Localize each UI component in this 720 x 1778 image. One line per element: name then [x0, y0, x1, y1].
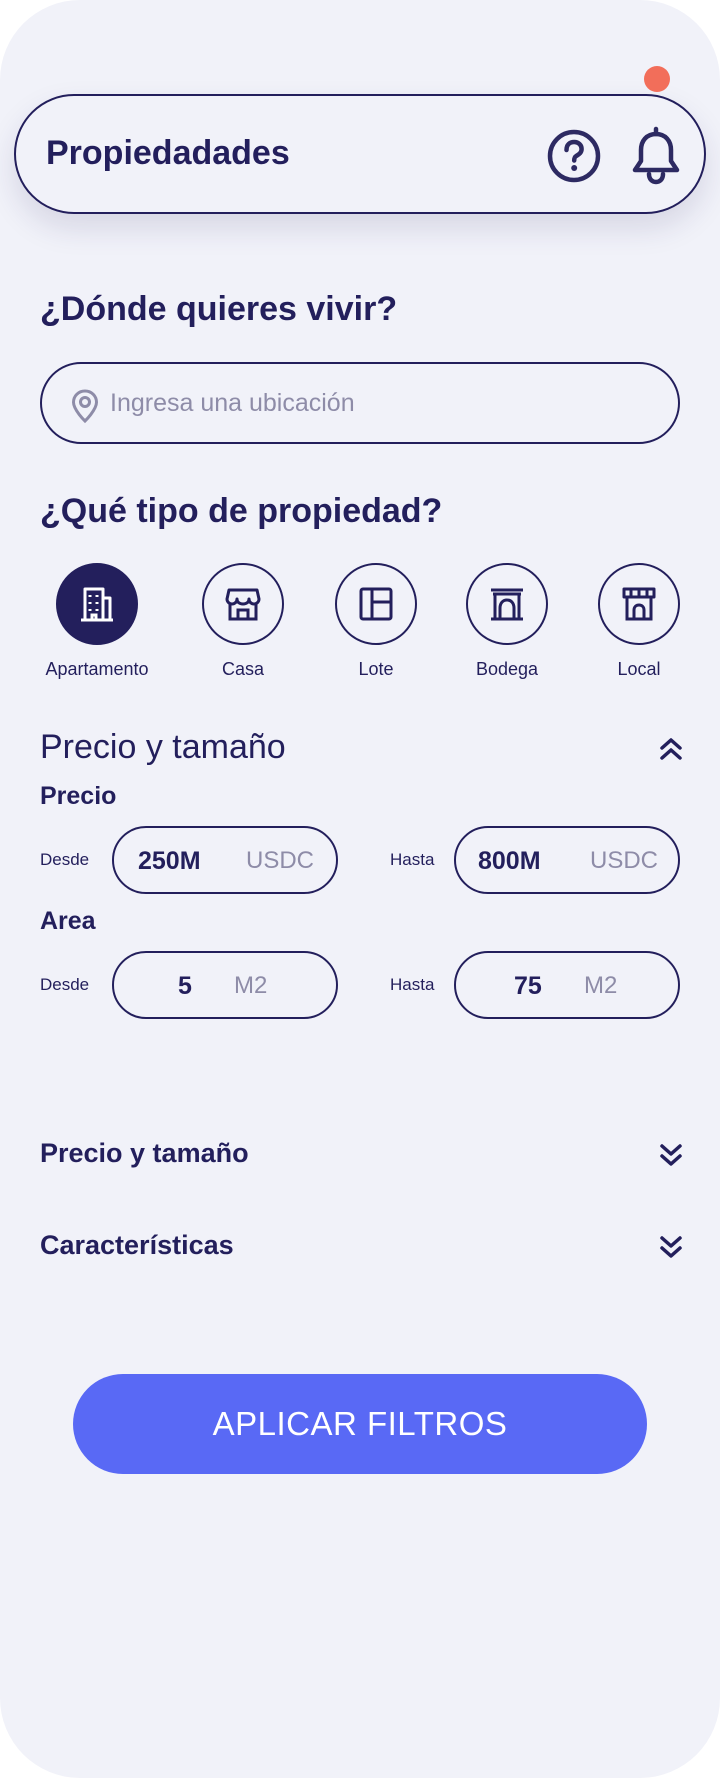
- price-to-unit: USDC: [590, 847, 659, 874]
- app-header: Propiedadades: [14, 94, 706, 214]
- area-to-value: 75: [514, 972, 542, 1000]
- warehouse-icon: [491, 588, 523, 621]
- notification-badge: [644, 66, 670, 92]
- property-type-circle: [202, 563, 284, 645]
- area-to-label: Hasta: [390, 975, 435, 994]
- area-from-unit: M2: [234, 972, 268, 999]
- price-from-field[interactable]: 250M USDC: [112, 826, 338, 894]
- area-to-field[interactable]: 75 M2: [454, 951, 680, 1019]
- property-type-local[interactable]: Local: [569, 563, 709, 680]
- chevrons-down-icon[interactable]: [659, 1142, 683, 1168]
- property-type-label: Lote: [358, 659, 394, 679]
- page-title: Propiedadades: [46, 134, 290, 172]
- property-type-circle: [598, 563, 680, 645]
- location-search[interactable]: [40, 362, 680, 444]
- property-type-apartamento[interactable]: Apartamento: [27, 563, 167, 680]
- property-type-circle: [335, 563, 417, 645]
- property-type-bodega[interactable]: Bodega: [437, 563, 577, 680]
- price-to-field[interactable]: 800M USDC: [454, 826, 680, 894]
- apply-filters-button[interactable]: APLICAR FILTROS: [73, 1374, 647, 1474]
- chevrons-up-icon[interactable]: [659, 736, 683, 762]
- property-type-label: Apartamento: [45, 659, 149, 679]
- property-type-casa[interactable]: Casa: [173, 563, 313, 680]
- area-label: Area: [40, 907, 96, 935]
- price-size-title: Precio y tamaño: [40, 728, 286, 766]
- property-type-lote[interactable]: Lote: [306, 563, 446, 680]
- collapsed-price-size-title[interactable]: Precio y tamaño: [40, 1138, 249, 1169]
- area-from-label: Desde: [40, 975, 90, 994]
- area-from-value: 5: [178, 972, 192, 1000]
- price-from-value: 250M: [138, 847, 201, 875]
- map-pin-icon: [70, 388, 100, 424]
- chevrons-down-icon[interactable]: [659, 1234, 683, 1260]
- area-to-unit: M2: [584, 972, 618, 999]
- layout-icon: [359, 587, 393, 621]
- building-icon: [81, 587, 113, 622]
- phone-screen: Propiedadades ¿Dónde quieres vivir? Ingr…: [0, 0, 720, 1778]
- property-type-title: ¿Qué tipo de propiedad?: [40, 492, 443, 530]
- store-icon: [225, 588, 261, 621]
- property-type-circle: [466, 563, 548, 645]
- location-input[interactable]: [110, 364, 650, 442]
- price-from-label: Desde: [40, 850, 90, 869]
- location-title: ¿Dónde quieres vivir?: [40, 290, 398, 328]
- price-from-unit: USDC: [246, 847, 315, 874]
- area-from-field[interactable]: 5 M2: [112, 951, 338, 1019]
- bell-icon[interactable]: [628, 126, 684, 186]
- shop-icon: [622, 587, 656, 621]
- collapsed-features-title[interactable]: Características: [40, 1230, 234, 1261]
- property-type-label: Bodega: [475, 659, 539, 679]
- question-circle-icon[interactable]: [546, 128, 602, 184]
- property-type-label: Casa: [221, 659, 265, 679]
- price-to-value: 800M: [478, 847, 541, 875]
- property-type-circle: [56, 563, 138, 645]
- property-type-label: Local: [617, 659, 661, 679]
- price-to-label: Hasta: [390, 850, 435, 869]
- price-label: Precio: [40, 782, 117, 810]
